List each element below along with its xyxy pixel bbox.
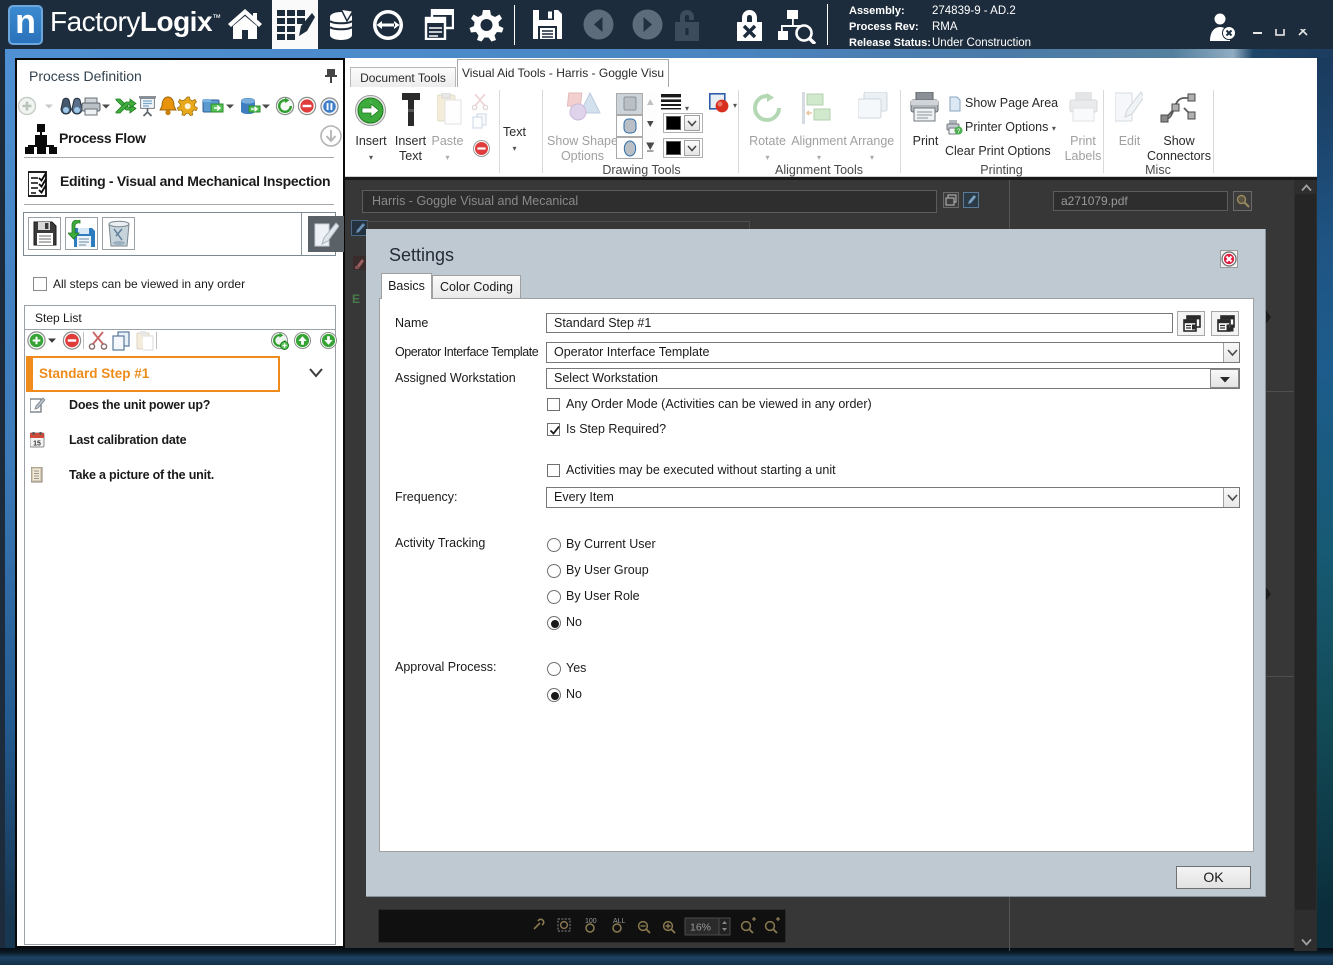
svg-text:?: ? bbox=[957, 128, 961, 135]
svg-text:15: 15 bbox=[33, 441, 41, 448]
svg-text:16%: 16% bbox=[690, 922, 711, 934]
